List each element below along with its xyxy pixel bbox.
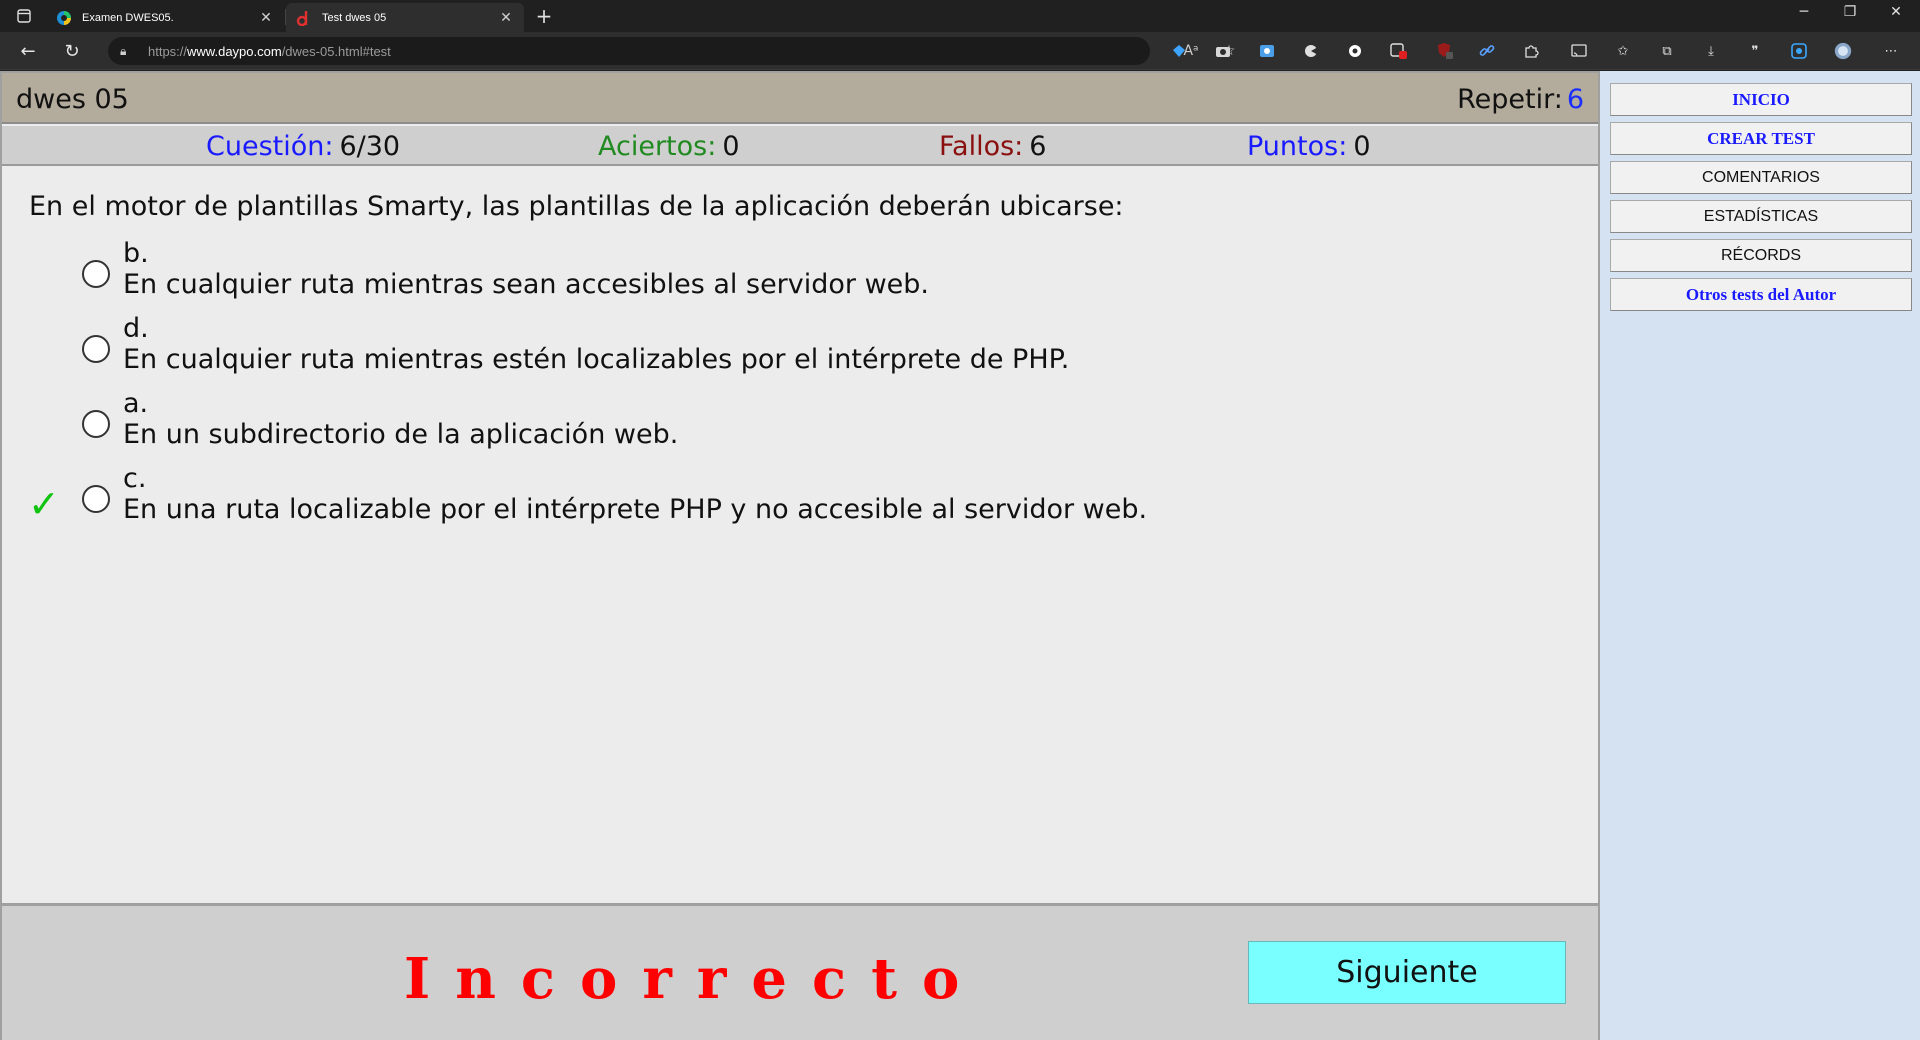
estadisticas-button[interactable]: ESTADÍSTICAS xyxy=(1610,200,1912,233)
records-button[interactable]: RÉCORDS xyxy=(1610,239,1912,272)
favorites-icon[interactable]: ✩ xyxy=(1614,42,1632,60)
tab-test-dwes-05[interactable]: Test dwes 05 ✕ xyxy=(286,3,524,32)
url-text: https://www.daypo.com/dwes-05.html#test xyxy=(148,43,391,59)
otros-tests-autor-button[interactable]: Otros tests del Autor xyxy=(1610,278,1912,311)
option-radio[interactable] xyxy=(82,485,110,513)
refresh-icon[interactable]: ↻ xyxy=(58,38,86,64)
option-letter: b. xyxy=(123,238,149,269)
extension-camera-icon[interactable] xyxy=(1214,42,1232,60)
daypo-favicon-icon xyxy=(57,10,71,25)
extensions-puzzle-icon[interactable] xyxy=(1522,42,1540,60)
option-letter: a. xyxy=(123,388,149,419)
stats-bar: Cuestión: 6/30 Aciertos: 0 Fallos: 6 Puntos… xyxy=(2,126,1598,166)
quiz-panel: dwes 05 Repetir: 6 Cuestión: 6/30 Aciertos… xyxy=(0,71,1600,1040)
tab-title: Examen DWES05. xyxy=(82,11,174,24)
extension-record-icon[interactable] xyxy=(1346,42,1364,60)
tab-strip: Examen DWES05. ✕ Test dwes 05 ✕ + ─ ❐ ✕ xyxy=(0,0,1920,32)
extension-screenshot-icon[interactable] xyxy=(1258,42,1276,60)
more-options-icon[interactable]: ⋯ xyxy=(1882,42,1900,60)
tab-actions-icon[interactable] xyxy=(12,6,36,26)
extension-badge-icon[interactable] xyxy=(1390,42,1408,60)
correct-check-icon: ✓ xyxy=(28,482,60,526)
link-icon[interactable] xyxy=(1478,42,1496,60)
edge-browser-essentials-icon[interactable] xyxy=(1790,42,1808,60)
crear-test-button[interactable]: CREAR TEST xyxy=(1610,122,1912,155)
option-text: En cualquier ruta mientras estén localiz… xyxy=(123,344,1070,375)
next-button[interactable]: Siguiente xyxy=(1248,941,1566,1004)
browser-toolbar: ← ↻ 🔒︎ https://www.daypo.com/dwes-05.htm… xyxy=(0,32,1920,70)
tab-examen-dwes05[interactable]: Examen DWES05. ✕ xyxy=(46,3,284,32)
inicio-button[interactable]: INICIO xyxy=(1610,83,1912,116)
option-letter: c. xyxy=(123,463,147,494)
close-window-icon[interactable]: ✕ xyxy=(1878,4,1914,20)
new-tab-icon[interactable]: + xyxy=(532,4,556,28)
option-text: En una ruta localizable por el intérpret… xyxy=(123,494,1148,525)
close-tab-icon[interactable]: ✕ xyxy=(258,10,274,26)
option-radio[interactable] xyxy=(82,410,110,438)
repeat-counter[interactable]: Repetir: 6 xyxy=(1457,84,1584,115)
back-icon[interactable]: ← xyxy=(14,38,42,64)
quote-icon[interactable]: ❞ xyxy=(1746,42,1764,60)
minimize-icon[interactable]: ─ xyxy=(1786,4,1822,20)
quiz-footer: Incorrecto Siguiente xyxy=(2,903,1598,1040)
option-d[interactable]: d. En cualquier ruta mientras estén loca… xyxy=(2,313,1598,377)
option-radio[interactable] xyxy=(82,335,110,363)
downloads-icon[interactable]: ⤓ xyxy=(1702,42,1720,60)
comentarios-button[interactable]: COMENTARIOS xyxy=(1610,161,1912,194)
option-c[interactable]: ✓ c. En una ruta localizable por el inté… xyxy=(2,463,1598,527)
address-bar[interactable]: 🔒︎ https://www.daypo.com/dwes-05.html#te… xyxy=(108,37,1235,65)
question-counter: Cuestión: 6/30 xyxy=(206,131,401,162)
web-page: dwes 05 Repetir: 6 Cuestión: 6/30 Aciertos… xyxy=(0,71,1920,1040)
extension-diamond-icon[interactable] xyxy=(1170,42,1188,60)
repeat-value: 6 xyxy=(1566,84,1584,115)
cast-icon[interactable] xyxy=(1570,42,1588,60)
profile-avatar-icon[interactable] xyxy=(1834,42,1852,60)
hits-counter: Aciertos: 0 xyxy=(598,131,740,162)
quiz-header: dwes 05 Repetir: 6 xyxy=(2,73,1598,124)
option-b[interactable]: b. En cualquier ruta mientras sean acces… xyxy=(2,238,1598,302)
tab-title: Test dwes 05 xyxy=(322,11,387,24)
question-text: En el motor de plantillas Smarty, las pl… xyxy=(29,191,1124,222)
lock-icon: 🔒︎ xyxy=(120,43,127,58)
collections-icon[interactable]: ⧉ xyxy=(1658,42,1676,60)
option-a[interactable]: a. En un subdirectorio de la aplicación … xyxy=(2,388,1598,452)
option-text: En cualquier ruta mientras sean accesibl… xyxy=(123,269,930,300)
extension-pacman-icon[interactable] xyxy=(1302,42,1320,60)
sidebar-menu: INICIO CREAR TEST COMENTARIOS ESTADÍSTIC… xyxy=(1610,83,1912,317)
restore-icon[interactable]: ❐ xyxy=(1832,4,1868,20)
repeat-label: Repetir: xyxy=(1457,84,1563,115)
option-text: En un subdirectorio de la aplicación web… xyxy=(123,419,679,450)
quiz-title: dwes 05 xyxy=(16,84,129,115)
result-message: Incorrecto xyxy=(404,946,985,1012)
close-tab-icon[interactable]: ✕ xyxy=(498,10,514,26)
option-letter: d. xyxy=(123,313,149,344)
fails-counter: Fallos: 6 xyxy=(939,131,1047,162)
ublock-icon[interactable] xyxy=(1436,42,1454,60)
points-counter: Puntos: 0 xyxy=(1247,131,1371,162)
option-radio[interactable] xyxy=(82,260,110,288)
daypo-d-favicon-icon xyxy=(296,10,308,26)
